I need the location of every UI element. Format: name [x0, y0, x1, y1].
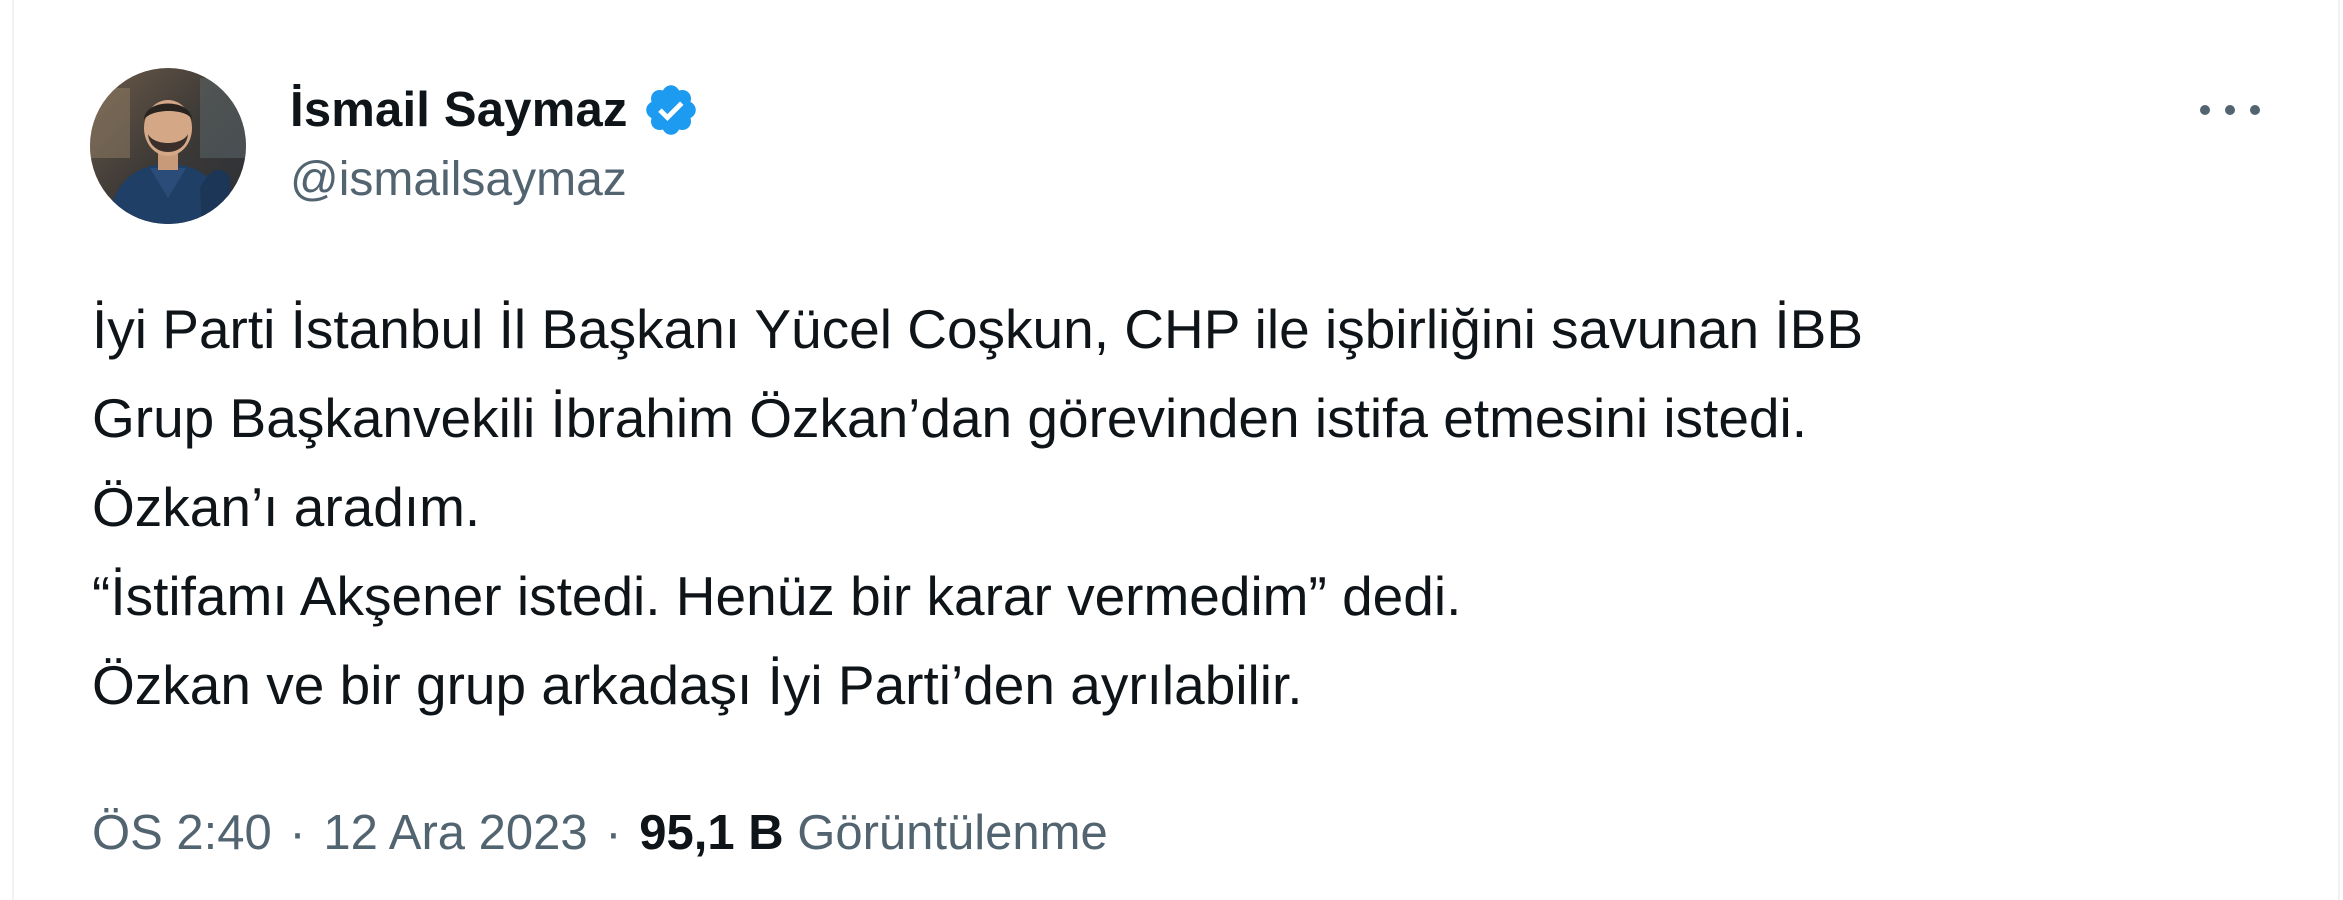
more-options-icon[interactable]	[2200, 90, 2260, 130]
meta-separator: ·	[289, 806, 306, 860]
tweet-line: Özkan’ı aradım.	[92, 476, 481, 538]
tweet-line: Özkan ve bir grup arkadaşı İyi Parti’den…	[92, 654, 1303, 716]
more-dot	[2200, 105, 2210, 115]
tweet-line: “İstifamı Akşener istedi. Henüz bir kara…	[92, 565, 1462, 627]
more-dot	[2250, 105, 2260, 115]
more-dot	[2225, 105, 2235, 115]
author-handle[interactable]: @ismailsaymaz	[290, 152, 627, 207]
views-label: Görüntülenme	[797, 806, 1108, 860]
tweet-line: Grup Başkanvekili İbrahim Özkan’dan göre…	[92, 387, 1807, 449]
tweet-date[interactable]: 12 Ara 2023	[323, 806, 587, 860]
avatar-image	[90, 68, 246, 224]
author-name-row: İsmail Saymaz	[290, 74, 700, 146]
meta-separator: ·	[605, 806, 622, 860]
verified-badge-icon[interactable]	[642, 81, 700, 139]
avatar[interactable]	[90, 68, 246, 224]
tweet-time[interactable]: ÖS 2:40	[92, 806, 272, 860]
views-count[interactable]: 95,1 B	[639, 806, 783, 860]
author-display-name[interactable]: İsmail Saymaz	[290, 82, 628, 138]
tweet-card: İsmail Saymaz @ismailsaymaz İyi Parti İs…	[12, 0, 2340, 900]
tweet-line: İyi Parti İstanbul İl Başkanı Yücel Coşk…	[92, 298, 1864, 360]
tweet-meta: ÖS 2:40 · 12 Ara 2023 · 95,1 B Görüntüle…	[92, 805, 1108, 861]
tweet-text: İyi Parti İstanbul İl Başkanı Yücel Coşk…	[92, 285, 2272, 730]
